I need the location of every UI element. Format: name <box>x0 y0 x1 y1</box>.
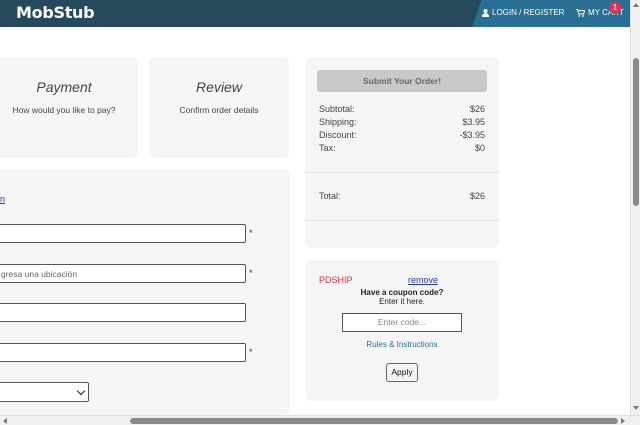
form-select[interactable] <box>0 382 89 402</box>
location-placeholder: gresa una ubicación <box>1 269 78 279</box>
form-field-3[interactable] <box>0 303 246 322</box>
scroll-up-icon[interactable] <box>633 3 639 7</box>
summary-divider <box>305 172 499 173</box>
summary-divider <box>305 220 499 221</box>
coupon-code-input[interactable]: Enter code... <box>342 313 462 332</box>
total-row: Total: $26 <box>319 191 485 201</box>
submit-order-button[interactable]: Submit Your Order! <box>317 70 487 92</box>
shipping-row: Shipping: $3.95 <box>319 117 485 127</box>
step-review[interactable]: Review Confirm order details <box>149 57 289 158</box>
scroll-down-icon[interactable] <box>633 406 639 410</box>
scroll-right-icon[interactable] <box>621 418 625 424</box>
coupon-card: PDSHIP remove Have a coupon code? Enter … <box>305 260 499 401</box>
total-value: $26 <box>469 191 485 201</box>
form-field-1[interactable] <box>0 224 246 243</box>
location-input[interactable]: gresa una ubicación <box>0 264 246 283</box>
apply-coupon-button[interactable]: Apply <box>386 363 418 382</box>
cart-count-badge: 1 <box>609 2 621 14</box>
required-mark: * <box>249 347 253 357</box>
step-payment-subtitle: How would you like to pay? <box>12 105 116 115</box>
tax-row: Tax: $0 <box>319 143 485 153</box>
vertical-scrollbar[interactable] <box>630 0 640 415</box>
cart-icon <box>576 8 585 17</box>
discount-row: Discount: -$3.95 <box>319 130 485 140</box>
form-link[interactable]: n <box>0 194 5 204</box>
login-register-label: LOGIN / REGISTER <box>492 8 565 17</box>
order-summary: Submit Your Order! Subtotal: $26 Shippin… <box>305 57 499 248</box>
applied-coupon-code: PDSHIP <box>319 275 353 285</box>
step-review-subtitle: Confirm order details <box>179 105 259 115</box>
step-review-title: Review <box>196 79 242 95</box>
coupon-hint: Enter it here. <box>379 297 425 306</box>
login-register-link[interactable]: LOGIN / REGISTER <box>482 8 564 17</box>
shipping-value: $3.95 <box>462 117 485 127</box>
total-label: Total: <box>319 191 341 201</box>
shipping-form-card <box>0 169 290 415</box>
horizontal-scroll-thumb[interactable] <box>130 418 618 424</box>
remove-coupon-link[interactable]: remove <box>408 275 438 285</box>
subtotal-label: Subtotal: <box>319 104 355 114</box>
subtotal-value: $26 <box>469 104 485 114</box>
coupon-question: Have a coupon code? <box>360 288 444 297</box>
tax-label: Tax: <box>319 143 336 153</box>
required-mark: * <box>249 228 253 238</box>
rules-instructions-link[interactable]: Rules & Instructions <box>305 340 499 349</box>
scroll-left-icon[interactable] <box>3 418 7 424</box>
subtotal-row: Subtotal: $26 <box>319 104 485 114</box>
step-payment[interactable]: Payment How would you like to pay? <box>0 57 138 158</box>
user-icon <box>482 8 489 17</box>
required-mark: * <box>249 268 253 278</box>
shipping-label: Shipping: <box>319 117 357 127</box>
form-field-4[interactable] <box>0 343 246 362</box>
vertical-scroll-thumb[interactable] <box>633 58 639 206</box>
horizontal-scrollbar[interactable] <box>0 415 640 425</box>
discount-value: -$3.95 <box>459 130 485 140</box>
chevron-down-icon <box>76 386 86 396</box>
tax-value: $0 <box>474 143 485 153</box>
site-logo[interactable]: MobStub <box>16 3 95 22</box>
step-payment-title: Payment <box>36 79 92 95</box>
coupon-input-placeholder: Enter code... <box>377 317 427 327</box>
discount-label: Discount: <box>319 130 357 140</box>
